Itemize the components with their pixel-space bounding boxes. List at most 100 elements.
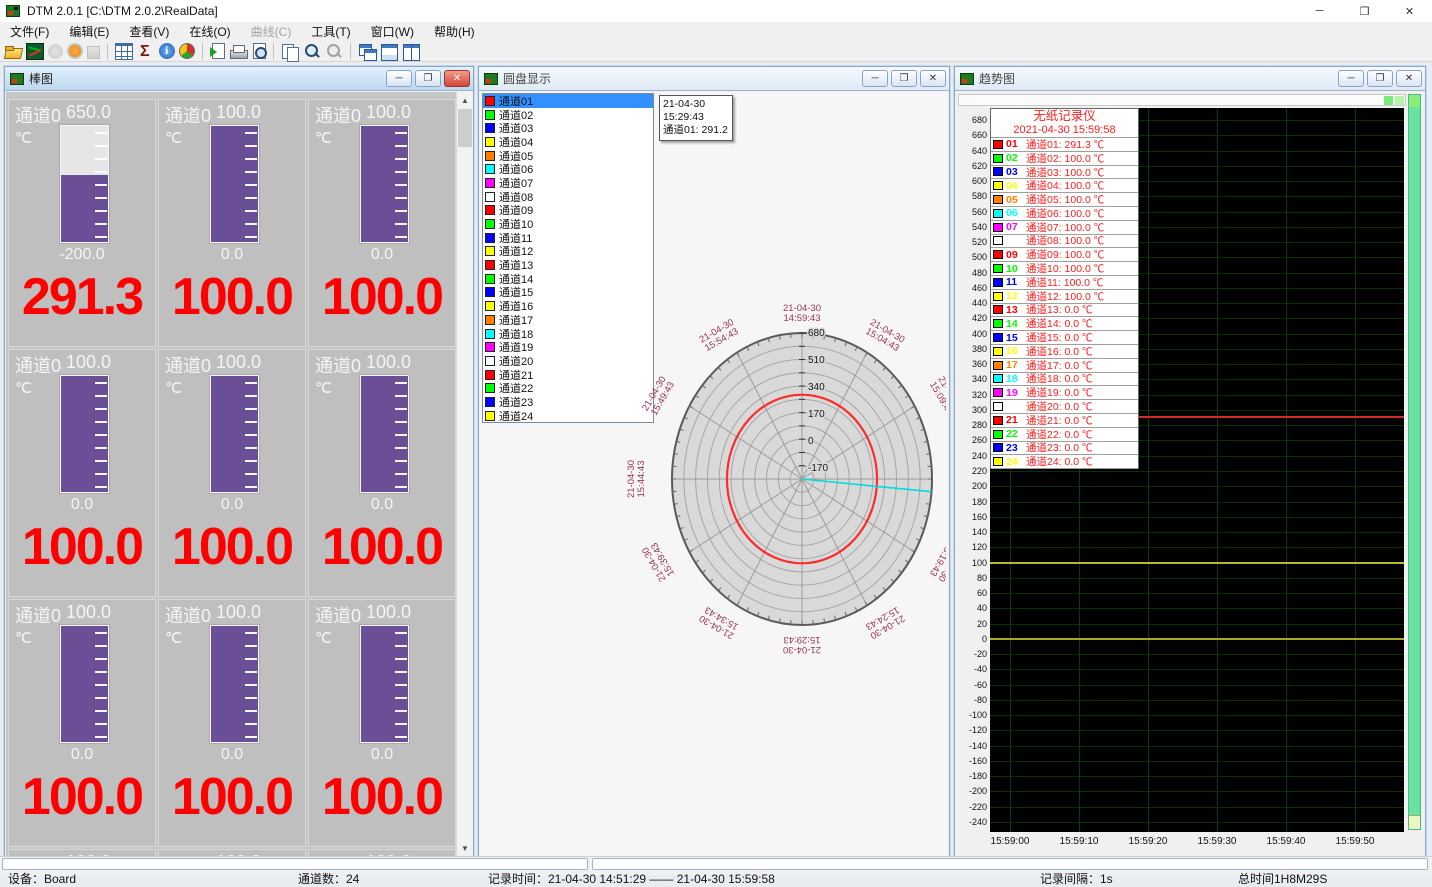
scale-min: 0.0 bbox=[158, 746, 306, 764]
menu-item-6[interactable]: 工具(T) bbox=[301, 21, 360, 42]
time-ring-label: 21-04-3015:49:43 bbox=[640, 375, 677, 418]
y-axis-label: 460 bbox=[958, 283, 987, 293]
scrollbar-thumb[interactable] bbox=[1409, 95, 1420, 107]
bar-gauge bbox=[210, 625, 259, 743]
y-axis-label: 480 bbox=[958, 268, 987, 278]
bar-close-button[interactable]: ✕ bbox=[444, 70, 470, 87]
sum-sigma-icon[interactable] bbox=[137, 43, 155, 60]
menu-item-8[interactable]: 帮助(H) bbox=[424, 21, 485, 42]
time-ring-label: 21-04-3014:59:43 bbox=[783, 303, 821, 324]
y-axis-label: 580 bbox=[958, 191, 987, 201]
tile-horizontal-icon[interactable] bbox=[380, 43, 398, 60]
menu-item-1[interactable]: 文件(F) bbox=[0, 21, 59, 42]
channel-color-swatch bbox=[993, 402, 1003, 411]
trend-vertical-scrollbar[interactable] bbox=[1408, 94, 1421, 830]
bar-gauge bbox=[210, 125, 259, 243]
channel-name: 通道06 bbox=[315, 352, 362, 376]
realtime-view-icon[interactable] bbox=[26, 43, 44, 60]
legend-channel-number: 17 bbox=[1006, 359, 1023, 371]
menu-item-4[interactable]: 在线(O) bbox=[179, 21, 240, 42]
legend-channel-number: 23 bbox=[1006, 442, 1023, 454]
scroll-corner-icon[interactable] bbox=[1395, 96, 1404, 105]
app-title: DTM 2.0.1 [C:\DTM 2.0.2\RealData] bbox=[27, 4, 218, 18]
channel-name: 通道02 bbox=[165, 102, 212, 126]
legend-channel-value: 通道13: 0.0 ℃ bbox=[1026, 302, 1093, 317]
bar-window-title: 棒图 bbox=[29, 70, 53, 87]
y-axis-label: 80 bbox=[958, 573, 987, 583]
gridline bbox=[990, 822, 1404, 823]
legend-channel-value: 通道08: 100.0 ℃ bbox=[1026, 233, 1104, 248]
data-table-icon[interactable] bbox=[115, 43, 133, 60]
gridline bbox=[990, 791, 1404, 792]
scrollbar-thumb[interactable] bbox=[458, 109, 472, 147]
restore-button[interactable]: ❐ bbox=[1342, 0, 1387, 22]
close-button[interactable]: ✕ bbox=[1387, 0, 1432, 22]
y-axis-label: 140 bbox=[958, 527, 987, 537]
scrollbar-button[interactable] bbox=[1409, 815, 1420, 829]
disc-close-button[interactable]: ✕ bbox=[920, 70, 946, 87]
menu-item-5[interactable]: 曲线(C) bbox=[241, 21, 302, 42]
disc-minimize-button[interactable]: ─ bbox=[862, 70, 888, 87]
menu-item-3[interactable]: 查看(V) bbox=[119, 21, 179, 42]
channel-value: 100.0 bbox=[158, 515, 306, 579]
scroll-corner-icon[interactable] bbox=[1384, 96, 1393, 105]
bar-restore-button[interactable]: ❐ bbox=[415, 70, 441, 87]
copy-icon[interactable] bbox=[281, 43, 299, 60]
trend-minimize-button[interactable]: ─ bbox=[1338, 70, 1364, 87]
menu-item-2[interactable]: 编辑(E) bbox=[59, 21, 119, 42]
channel-color-swatch bbox=[485, 123, 495, 133]
bar-vertical-scrollbar[interactable]: ▲ ▼ bbox=[456, 92, 472, 856]
pause-icon bbox=[48, 44, 63, 59]
y-axis-label: 220 bbox=[958, 466, 987, 476]
record-icon[interactable] bbox=[67, 43, 83, 59]
y-axis-label: 320 bbox=[958, 390, 987, 400]
trend-restore-button[interactable]: ❐ bbox=[1367, 70, 1393, 87]
scroll-up-icon[interactable]: ▲ bbox=[457, 92, 472, 108]
channel-name: 通道03 bbox=[315, 102, 362, 126]
y-axis-label: 0 bbox=[958, 634, 987, 644]
zoom-out-icon bbox=[325, 43, 343, 60]
bar-window-titlebar[interactable]: 棒图 ─ ❐ ✕ bbox=[5, 67, 473, 91]
scroll-down-icon[interactable]: ▼ bbox=[457, 840, 472, 856]
trend-close-button[interactable]: ✕ bbox=[1396, 70, 1422, 87]
unit-label: ℃ bbox=[15, 629, 32, 647]
disc-restore-button[interactable]: ❐ bbox=[891, 70, 917, 87]
gauge-ticks bbox=[245, 132, 257, 238]
print-icon[interactable] bbox=[229, 43, 247, 60]
bar-minimize-button[interactable]: ─ bbox=[386, 70, 412, 87]
x-axis-label: 15:59:30 bbox=[1187, 836, 1247, 847]
scale-max: 650.0 bbox=[66, 102, 111, 123]
time-ring-label: 21-04-3015:09:43 bbox=[927, 375, 946, 418]
tile-vertical-icon[interactable] bbox=[402, 43, 420, 60]
scale-max: 100.0 bbox=[366, 352, 411, 373]
trend-x-axis: 15:59:0015:59:1015:59:2015:59:3015:59:40… bbox=[990, 834, 1404, 850]
print-preview-icon[interactable] bbox=[253, 43, 266, 59]
gridline bbox=[1286, 108, 1287, 832]
legend-channel-number: 06 bbox=[1006, 207, 1023, 219]
gridline bbox=[990, 624, 1404, 625]
menu-item-7[interactable]: 窗口(W) bbox=[361, 21, 424, 42]
info-icon[interactable] bbox=[159, 43, 175, 59]
time-ring-label: 21-04-3015:54:43 bbox=[698, 317, 741, 354]
trend-window-titlebar[interactable]: 趋势图 ─ ❐ ✕ bbox=[955, 67, 1425, 91]
y-axis-label: 300 bbox=[958, 405, 987, 415]
bar-panel: 通道09100.0℃0.0100.0 bbox=[308, 599, 456, 847]
legend-channel-number: 16 bbox=[1006, 345, 1023, 357]
legend-channel-value: 通道11: 100.0 ℃ bbox=[1026, 275, 1103, 290]
y-axis-label: 680 bbox=[958, 115, 987, 125]
export-icon[interactable] bbox=[212, 43, 225, 59]
y-axis-label: -140 bbox=[958, 741, 987, 751]
legend-channel-value: 通道03: 100.0 ℃ bbox=[1026, 165, 1104, 180]
cascade-windows-icon[interactable] bbox=[358, 43, 376, 60]
open-folder-icon[interactable] bbox=[4, 43, 22, 60]
channel-name: 通道08 bbox=[165, 602, 212, 626]
y-axis-label: -220 bbox=[958, 802, 987, 812]
pie-chart-icon[interactable] bbox=[179, 43, 195, 59]
scale-min: 0.0 bbox=[8, 496, 156, 514]
minimize-button[interactable]: ─ bbox=[1297, 0, 1342, 22]
channel-color-swatch bbox=[993, 250, 1003, 259]
y-axis-label: -180 bbox=[958, 771, 987, 781]
zoom-icon[interactable] bbox=[303, 43, 321, 60]
disc-window-titlebar[interactable]: 圆盘显示 ─ ❐ ✕ bbox=[479, 67, 949, 91]
unit-label: ℃ bbox=[315, 129, 332, 147]
